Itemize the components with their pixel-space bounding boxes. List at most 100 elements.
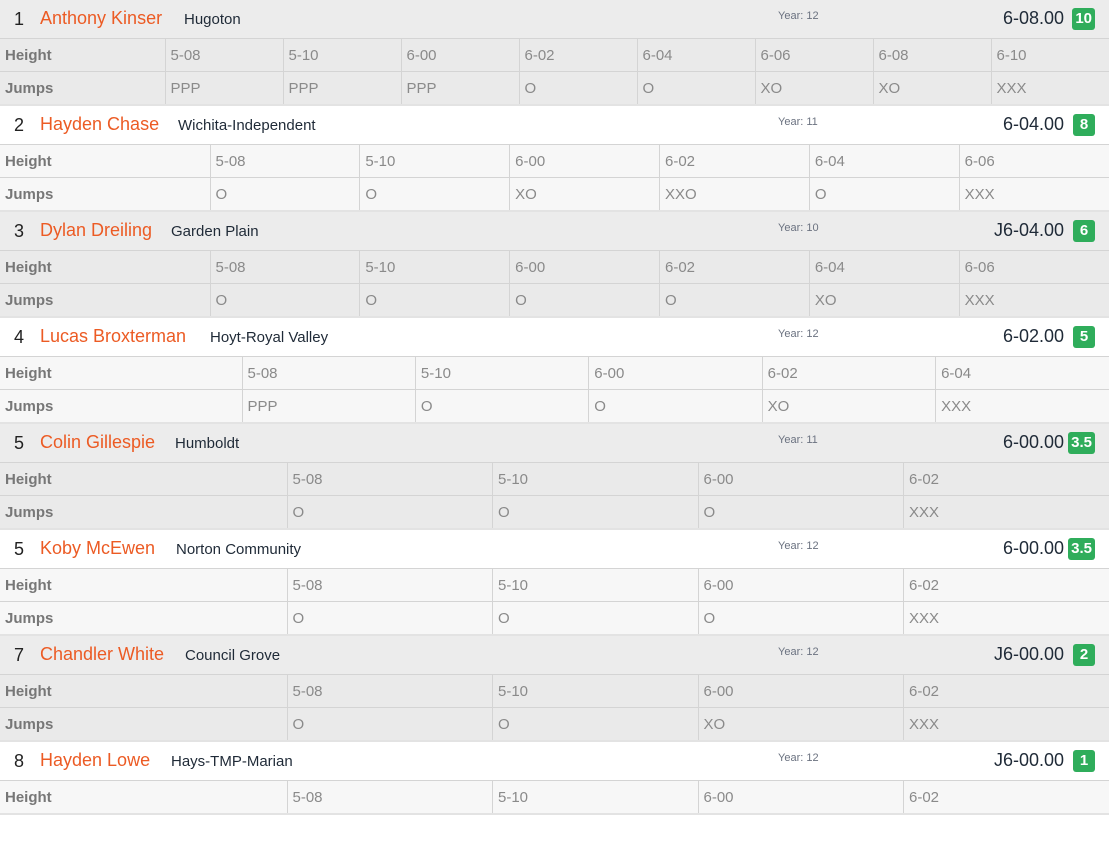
height-row: Height 5-08 5-10 6-00 6-02: [0, 780, 1109, 813]
jump-cell: O: [415, 389, 590, 422]
jump-cell: O: [287, 495, 493, 528]
place-number: 1: [14, 9, 25, 29]
height-cell: 6-04: [809, 250, 960, 284]
jumps-row: Jumps PPP O O XO XXX: [0, 389, 1109, 422]
height-label: Height: [0, 462, 288, 496]
attempts-table: Height 5-08 5-10 6-00 6-02 6-04 6-06 Jumps O O O O X…: [0, 250, 1109, 316]
athlete-name-link[interactable]: Chandler White: [40, 644, 164, 665]
athlete-result: 2 Hayden Chase Wichita-Independent Year: 11…: [0, 106, 1109, 212]
height-cell: 5-10: [359, 144, 511, 178]
jump-cell: O: [359, 283, 511, 316]
height-cell: 6-00: [698, 674, 904, 708]
height-cell: 6-00: [509, 144, 660, 178]
jump-cell: XO: [873, 71, 992, 104]
height-label: Height: [0, 250, 211, 284]
jump-cell: XXX: [959, 177, 1109, 210]
points-badge: 3.5: [1068, 432, 1095, 454]
attempts-table: Height 5-08 5-10 6-00 6-02 6-04 Jumps PPP O O XO XX…: [0, 356, 1109, 422]
athlete-name-link[interactable]: Anthony Kinser: [40, 8, 162, 29]
height-cell: 6-02: [659, 250, 810, 284]
attempts-table: Height 5-08 5-10 6-00 6-02 6-04 6-06 Jumps O O XO X…: [0, 144, 1109, 210]
athlete-result: 1 Anthony Kinser Hugoton Year: 12 6-08.00 10 H…: [0, 0, 1109, 106]
jump-cell: XXO: [659, 177, 810, 210]
jump-cell: O: [492, 495, 699, 528]
jumps-label: Jumps: [0, 601, 288, 634]
jumps-label: Jumps: [0, 71, 166, 104]
year-label: Year: 12: [778, 752, 819, 764]
school-name: Hugoton: [184, 11, 241, 28]
athlete-name-link[interactable]: Colin Gillespie: [40, 432, 155, 453]
height-cell: 6-00: [401, 38, 520, 72]
jumps-row: Jumps O O O O XO XXX: [0, 283, 1109, 316]
jump-cell: O: [698, 495, 904, 528]
height-cell: 6-00: [588, 356, 763, 390]
height-cell: 6-02: [519, 38, 638, 72]
best-mark: J6-00.00: [993, 644, 1064, 664]
jump-cell: XXX: [959, 283, 1109, 316]
height-cell: 5-10: [283, 38, 402, 72]
athlete-name-link[interactable]: Lucas Broxterman: [40, 326, 186, 347]
athlete-name-link[interactable]: Hayden Chase: [40, 114, 159, 135]
jump-cell: O: [287, 601, 493, 634]
jump-cell: XXX: [903, 601, 1109, 634]
jump-cell: XXX: [903, 707, 1109, 740]
jump-cell: O: [809, 177, 960, 210]
year-label: Year: 10: [778, 222, 819, 234]
jump-cell: O: [210, 283, 361, 316]
jump-cell: XXX: [991, 71, 1109, 104]
school-name: Norton Community: [176, 541, 302, 558]
height-label: Height: [0, 780, 288, 813]
height-cell: 5-08: [165, 38, 284, 72]
place-number: 3: [14, 221, 25, 241]
attempts-table: Height 5-08 5-10 6-00 6-02: [0, 780, 1109, 813]
athlete-name-link[interactable]: Koby McEwen: [40, 538, 155, 559]
attempts-table: Height 5-08 5-10 6-00 6-02 Jumps O O XO XXX: [0, 674, 1109, 740]
jump-cell: XXX: [903, 495, 1109, 528]
jump-cell: O: [210, 177, 361, 210]
year-label: Year: 12: [778, 646, 819, 658]
jump-cell: PPP: [165, 71, 284, 104]
height-row: Height 5-08 5-10 6-00 6-02: [0, 568, 1109, 602]
jumps-label: Jumps: [0, 177, 211, 210]
jumps-row: Jumps O O O XXX: [0, 495, 1109, 528]
athlete-result: 7 Chandler White Council Grove Year: 12 J6-0…: [0, 636, 1109, 742]
attempts-table: Height 5-08 5-10 6-00 6-02 6-04 6-06 6-08 6-10 Ju…: [0, 38, 1109, 104]
athlete-result: 8 Hayden Lowe Hays-TMP-Marian Year: 12 J6-00…: [0, 742, 1109, 815]
jumps-row: Jumps PPP PPP PPP O O XO XO XXX: [0, 71, 1109, 104]
athlete-header: 8 Hayden Lowe Hays-TMP-Marian Year: 12 J6-00…: [0, 742, 1109, 780]
best-mark: J6-04.00: [993, 220, 1064, 240]
height-cell: 6-02: [903, 674, 1109, 708]
place-number: 5: [14, 433, 25, 453]
athlete-header: 3 Dylan Dreiling Garden Plain Year: 10 J6-04…: [0, 212, 1109, 250]
attempts-table: Height 5-08 5-10 6-00 6-02 Jumps O O O XXX: [0, 462, 1109, 528]
jump-cell: O: [492, 707, 699, 740]
height-label: Height: [0, 674, 288, 708]
jump-cell: PPP: [401, 71, 520, 104]
points-badge: 3.5: [1068, 538, 1095, 560]
height-cell: 6-02: [659, 144, 810, 178]
jumps-row: Jumps O O O XXX: [0, 601, 1109, 634]
jump-cell: O: [519, 71, 638, 104]
jump-cell: O: [698, 601, 904, 634]
height-label: Height: [0, 356, 243, 390]
height-row: Height 5-08 5-10 6-00 6-02: [0, 674, 1109, 708]
height-cell: 5-08: [287, 568, 493, 602]
athlete-name-link[interactable]: Hayden Lowe: [40, 750, 150, 771]
height-cell: 6-10: [991, 38, 1109, 72]
height-cell: 6-02: [903, 568, 1109, 602]
points-badge: 6: [1073, 220, 1095, 242]
school-name: Hays-TMP-Marian: [171, 753, 293, 770]
year-label: Year: 12: [778, 540, 819, 552]
athlete-name-link[interactable]: Dylan Dreiling: [40, 220, 152, 241]
jumps-row: Jumps O O XO XXX: [0, 707, 1109, 740]
year-label: Year: 11: [778, 434, 818, 446]
jump-cell: XXX: [935, 389, 1109, 422]
jump-cell: O: [359, 177, 511, 210]
athlete-header: 5 Koby McEwen Norton Community Year: 12 6-00…: [0, 530, 1109, 568]
height-cell: 6-04: [809, 144, 960, 178]
points-badge: 8: [1073, 114, 1095, 136]
athlete-header: 4 Lucas Broxterman Hoyt-Royal Valley Year: …: [0, 318, 1109, 356]
height-cell: 6-06: [755, 38, 874, 72]
height-cell: 6-08: [873, 38, 992, 72]
jump-cell: PPP: [283, 71, 402, 104]
